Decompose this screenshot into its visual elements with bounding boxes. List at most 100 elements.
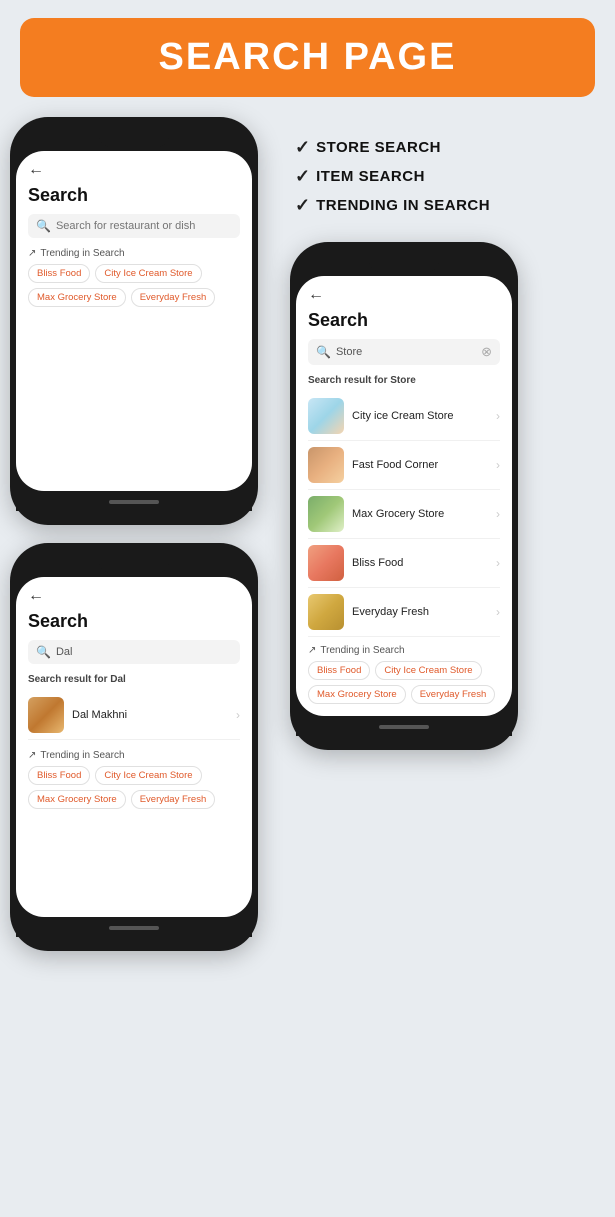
result-name-dal: Dal Makhni xyxy=(72,709,236,721)
result-name-grocery: Max Grocery Store xyxy=(352,508,496,520)
right-column: ✓ STORE SEARCH ✓ ITEM SEARCH ✓ TRENDING … xyxy=(280,117,605,951)
check-icon-1: ✓ xyxy=(295,137,310,158)
result-name-icecream: City ice Cream Store xyxy=(352,410,496,422)
feature-item-search: ✓ ITEM SEARCH xyxy=(295,166,490,187)
feature-label-1: STORE SEARCH xyxy=(316,139,441,156)
search-icon-3: 🔍 xyxy=(316,345,331,359)
screen-title-3: Search xyxy=(308,310,500,331)
result-everyday-fresh[interactable]: Everyday Fresh › xyxy=(308,588,500,637)
phone-notch-bar-3 xyxy=(296,252,512,274)
clear-icon-3[interactable]: ⊗ xyxy=(481,344,492,360)
phone-notch-bar-2 xyxy=(16,553,252,575)
result-name-bliss: Bliss Food xyxy=(352,557,496,569)
back-button-3[interactable]: ← xyxy=(308,286,500,304)
tag-everyday-fresh-3[interactable]: Everyday Fresh xyxy=(411,685,496,704)
chevron-grocery: › xyxy=(496,507,500,521)
search-input-3[interactable] xyxy=(336,346,481,358)
result-bliss-food[interactable]: Bliss Food › xyxy=(308,539,500,588)
phone-screen-2: ← Search 🔍 Search result for Dal Dal Mak… xyxy=(16,577,252,917)
trend-icon-3: ↗ xyxy=(308,645,316,656)
chevron-bliss: › xyxy=(496,556,500,570)
tag-max-grocery-2[interactable]: Max Grocery Store xyxy=(28,790,126,809)
feature-store-search: ✓ STORE SEARCH xyxy=(295,137,490,158)
search-icon-2: 🔍 xyxy=(36,645,51,659)
tag-max-grocery-3[interactable]: Max Grocery Store xyxy=(308,685,406,704)
back-button-1[interactable]: ← xyxy=(28,161,240,179)
tag-city-ice-1[interactable]: City Ice Cream Store xyxy=(95,264,201,283)
screen-title-1: Search xyxy=(28,185,240,206)
main-layout: ← Search 🔍 ↗ Trending in Search Bliss Fo… xyxy=(0,117,615,951)
phone-empty: ← Search 🔍 ↗ Trending in Search Bliss Fo… xyxy=(10,117,258,525)
tag-everyday-fresh-1[interactable]: Everyday Fresh xyxy=(131,288,216,307)
chevron-everyday: › xyxy=(496,605,500,619)
tag-bliss-food-2[interactable]: Bliss Food xyxy=(28,766,90,785)
search-input-1[interactable] xyxy=(56,220,232,232)
result-img-dal xyxy=(28,697,64,733)
home-indicator-3 xyxy=(379,725,429,729)
result-img-everyday xyxy=(308,594,344,630)
tag-bliss-food-1[interactable]: Bliss Food xyxy=(28,264,90,283)
trending-tags-2: Bliss Food City Ice Cream Store Max Groc… xyxy=(28,766,240,809)
result-img-fastfood xyxy=(308,447,344,483)
screen-content-2: ← Search 🔍 Search result for Dal Dal Mak… xyxy=(16,577,252,821)
left-column: ← Search 🔍 ↗ Trending in Search Bliss Fo… xyxy=(10,117,280,951)
result-name-fastfood: Fast Food Corner xyxy=(352,459,496,471)
chevron-icecream: › xyxy=(496,409,500,423)
feature-trending-search: ✓ TRENDING IN SEARCH xyxy=(295,195,490,216)
screen-content-1: ← Search 🔍 ↗ Trending in Search Bliss Fo… xyxy=(16,151,252,319)
chevron-fastfood: › xyxy=(496,458,500,472)
chevron-icon-dal: › xyxy=(236,708,240,722)
phone-notch-1 xyxy=(99,129,169,147)
screen-content-3: ← Search 🔍 ⊗ Search result for Store Cit… xyxy=(296,276,512,716)
trend-icon-2: ↗ xyxy=(28,750,36,761)
search-bar-2[interactable]: 🔍 xyxy=(28,640,240,664)
result-img-grocery xyxy=(308,496,344,532)
trending-label-3: ↗ Trending in Search xyxy=(308,645,500,656)
tag-max-grocery-1[interactable]: Max Grocery Store xyxy=(28,288,126,307)
feature-label-2: ITEM SEARCH xyxy=(316,168,425,185)
back-button-2[interactable]: ← xyxy=(28,587,240,605)
phone-home-bar-3 xyxy=(296,718,512,736)
trend-icon-1: ↗ xyxy=(28,248,36,259)
features-list: ✓ STORE SEARCH ✓ ITEM SEARCH ✓ TRENDING … xyxy=(295,137,490,224)
phone-screen-1: ← Search 🔍 ↗ Trending in Search Bliss Fo… xyxy=(16,151,252,491)
phone-dal: ← Search 🔍 Search result for Dal Dal Mak… xyxy=(10,543,258,951)
tag-city-ice-3[interactable]: City Ice Cream Store xyxy=(375,661,481,680)
result-label-3: Search result for Store xyxy=(308,375,500,386)
result-name-everyday: Everyday Fresh xyxy=(352,606,496,618)
feature-label-3: TRENDING IN SEARCH xyxy=(316,197,490,214)
phone-notch-2 xyxy=(99,555,169,573)
result-img-icecream xyxy=(308,398,344,434)
tag-everyday-fresh-2[interactable]: Everyday Fresh xyxy=(131,790,216,809)
result-label-2: Search result for Dal xyxy=(28,674,240,685)
trending-label-2: ↗ Trending in Search xyxy=(28,750,240,761)
tag-city-ice-2[interactable]: City Ice Cream Store xyxy=(95,766,201,785)
trending-tags-1: Bliss Food City Ice Cream Store Max Groc… xyxy=(28,264,240,307)
result-img-bliss xyxy=(308,545,344,581)
home-indicator-2 xyxy=(109,926,159,930)
result-city-icecream[interactable]: City ice Cream Store › xyxy=(308,392,500,441)
phone-notch-3 xyxy=(369,254,439,272)
phone-home-bar-2 xyxy=(16,919,252,937)
phone-screen-3: ← Search 🔍 ⊗ Search result for Store Cit… xyxy=(296,276,512,716)
img-dal-icon xyxy=(28,697,64,733)
page-title: SEARCH PAGE xyxy=(30,36,585,79)
search-bar-1[interactable]: 🔍 xyxy=(28,214,240,238)
search-bar-3[interactable]: 🔍 ⊗ xyxy=(308,339,500,365)
check-icon-3: ✓ xyxy=(295,195,310,216)
phone-home-bar-1 xyxy=(16,493,252,511)
result-max-grocery[interactable]: Max Grocery Store › xyxy=(308,490,500,539)
check-icon-2: ✓ xyxy=(295,166,310,187)
phone-notch-bar-1 xyxy=(16,127,252,149)
screen-title-2: Search xyxy=(28,611,240,632)
result-fastfood[interactable]: Fast Food Corner › xyxy=(308,441,500,490)
search-input-2[interactable] xyxy=(56,646,232,658)
trending-label-1: ↗ Trending in Search xyxy=(28,248,240,259)
search-icon-1: 🔍 xyxy=(36,219,51,233)
phone-store: ← Search 🔍 ⊗ Search result for Store Cit… xyxy=(290,242,518,750)
tag-bliss-food-3[interactable]: Bliss Food xyxy=(308,661,370,680)
header-banner: SEARCH PAGE xyxy=(20,18,595,97)
home-indicator-1 xyxy=(109,500,159,504)
result-dal-makhni[interactable]: Dal Makhni › xyxy=(28,691,240,740)
trending-tags-3: Bliss Food City Ice Cream Store Max Groc… xyxy=(308,661,500,704)
